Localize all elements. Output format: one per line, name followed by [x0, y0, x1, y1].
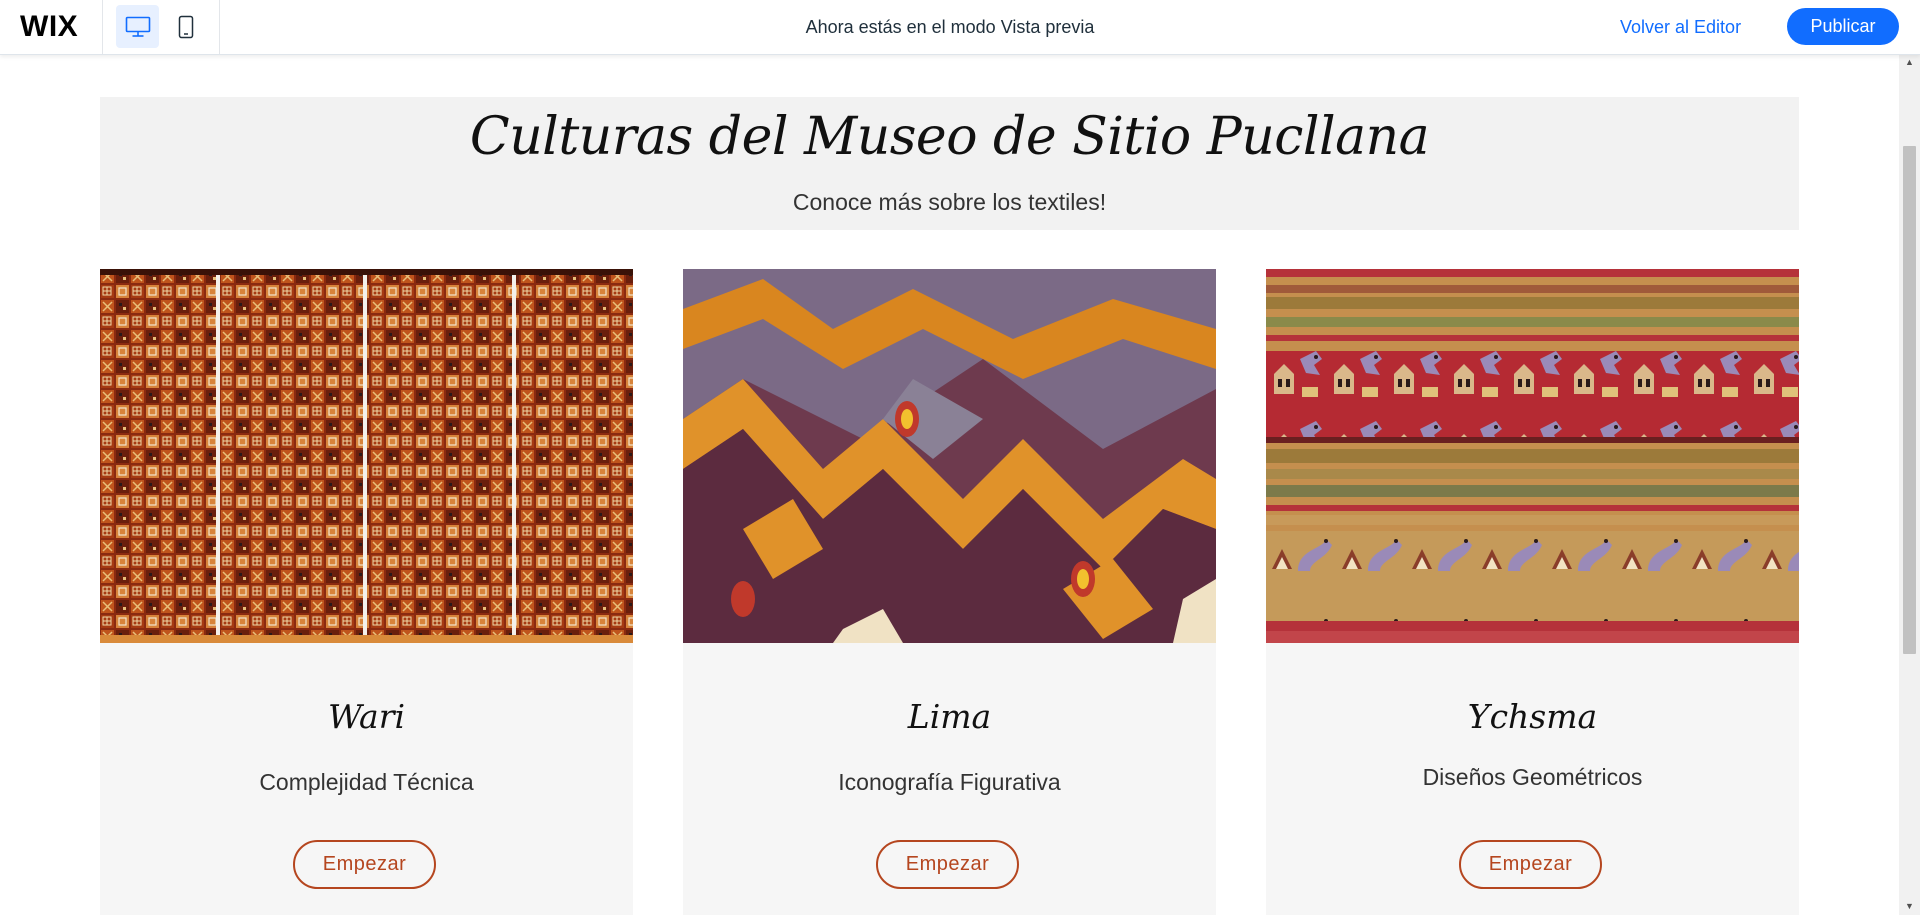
start-button-lima[interactable]: Empezar — [876, 840, 1019, 889]
page-scrollbar[interactable]: ▲ ▼ — [1899, 54, 1920, 915]
culture-card-wari: Wari Complejidad Técnica Empezar — [100, 269, 633, 915]
scroll-down-arrow-icon[interactable]: ▼ — [1899, 898, 1920, 915]
card-title: Wari — [327, 697, 406, 736]
start-button-wari[interactable]: Empezar — [293, 840, 436, 889]
divider — [219, 0, 220, 54]
scrollbar-thumb[interactable] — [1903, 146, 1916, 654]
card-subtitle: Iconografía Figurativa — [838, 769, 1061, 795]
mobile-view-button[interactable] — [164, 5, 207, 48]
card-title: Ychsma — [1467, 697, 1598, 736]
header-banner: Culturas del Museo de Sitio Pucllana Con… — [100, 97, 1799, 230]
card-subtitle: Diseños Geométricos — [1422, 764, 1643, 790]
preview-top-bar: WIX Ahora estás en el modo Vista previa … — [0, 0, 1920, 55]
culture-card-lima: Lima Iconografía Figurativa Empezar — [683, 269, 1216, 915]
preview-mode-message: Ahora estás en el modo Vista previa — [805, 17, 1095, 37]
card-title: Lima — [907, 697, 992, 736]
ychsma-textile-image — [1266, 269, 1799, 643]
wari-textile-image — [100, 269, 633, 643]
back-to-editor-link[interactable]: Volver al Editor — [1620, 0, 1741, 54]
divider — [102, 0, 103, 54]
page-subtitle: Conoce más sobre los textiles! — [792, 189, 1107, 215]
mobile-phone-icon — [178, 15, 193, 38]
card-subtitle: Complejidad Técnica — [259, 769, 474, 795]
lima-textile-image — [683, 269, 1216, 643]
culture-card-ychsma: Ychsma Diseños Geométricos Empezar — [1266, 269, 1799, 915]
scroll-up-arrow-icon[interactable]: ▲ — [1899, 54, 1920, 71]
wix-logo[interactable]: WIX — [20, 12, 78, 42]
desktop-icon — [125, 16, 150, 37]
publish-button[interactable]: Publicar — [1787, 8, 1899, 45]
site-preview-page: Culturas del Museo de Sitio Pucllana Con… — [0, 54, 1899, 915]
start-button-ychsma[interactable]: Empezar — [1459, 840, 1602, 889]
desktop-view-button[interactable] — [116, 5, 159, 48]
page-title: Culturas del Museo de Sitio Pucllana — [469, 107, 1430, 167]
